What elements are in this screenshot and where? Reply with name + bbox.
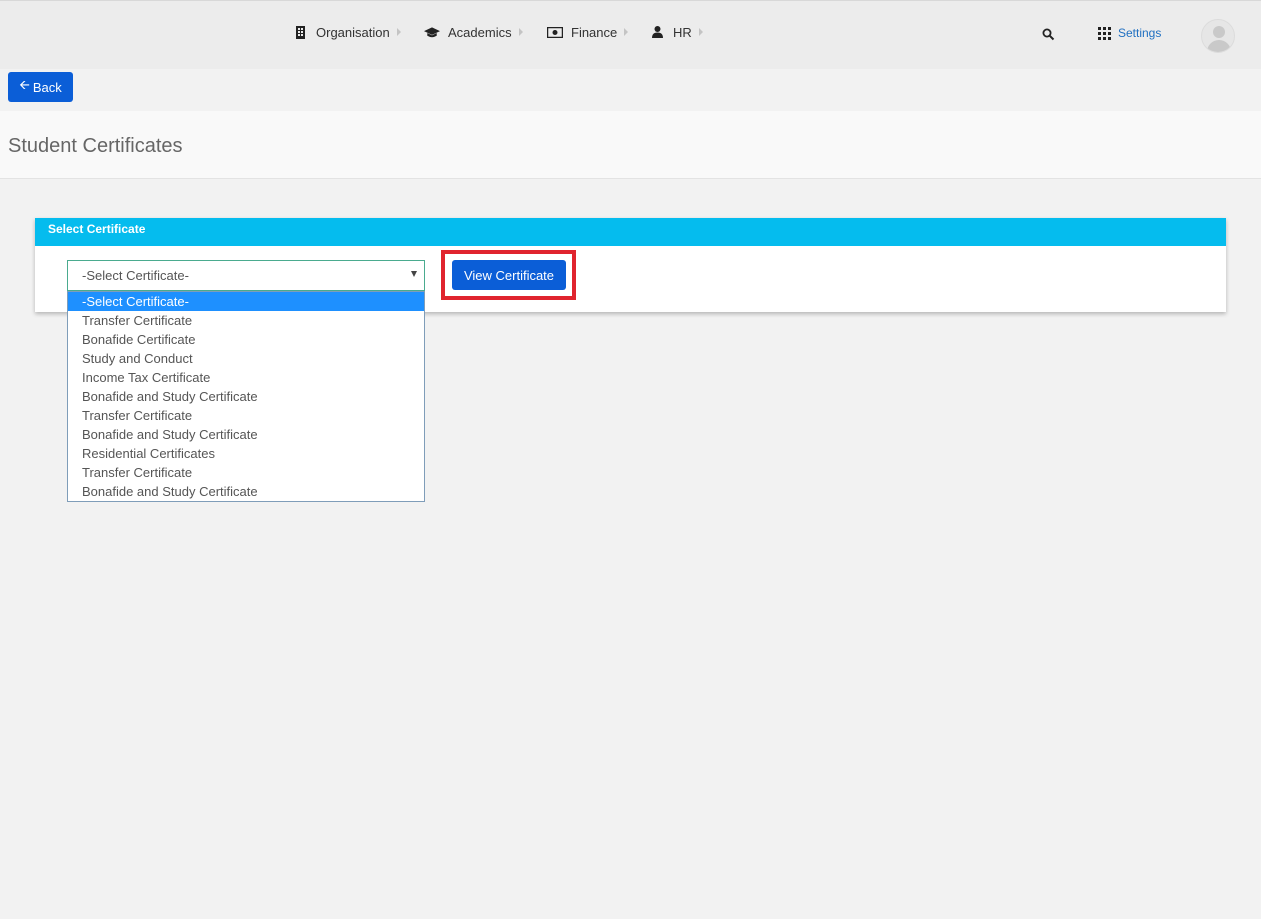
nav-item-label: Finance xyxy=(571,24,618,40)
dropdown-option[interactable]: Bonafide Certificate xyxy=(68,330,424,349)
dropdown-option[interactable]: Transfer Certificate xyxy=(68,406,424,425)
avatar-body-shape xyxy=(1207,40,1231,52)
caret-right-icon xyxy=(396,28,401,36)
nav-item-organisation[interactable]: Organisation xyxy=(292,23,401,41)
nav-item-finance[interactable]: Finance xyxy=(547,23,629,41)
nav-item-label: Organisation xyxy=(316,24,390,40)
back-label: Back xyxy=(32,79,62,95)
panel-heading: Select Certificate xyxy=(35,218,1226,246)
dropdown-option[interactable]: Transfer Certificate xyxy=(68,463,424,482)
dropdown-option[interactable]: Income Tax Certificate xyxy=(68,368,424,387)
caret-right-icon xyxy=(624,28,629,36)
back-button[interactable]: 🡨 Back xyxy=(8,72,73,102)
nav-item-hr[interactable]: HR xyxy=(649,23,703,41)
certificate-select[interactable]: -Select Certificate- xyxy=(67,260,425,291)
view-certificate-button[interactable]: View Certificate xyxy=(452,260,566,290)
certificate-select-value: -Select Certificate- xyxy=(82,268,189,283)
search-icon[interactable] xyxy=(1042,28,1055,41)
page-header: Student Certificates xyxy=(0,111,1261,179)
caret-right-icon xyxy=(518,28,523,36)
dropdown-option[interactable]: Bonafide and Study Certificate xyxy=(68,425,424,444)
avatar[interactable] xyxy=(1201,19,1235,53)
top-navbar: Organisation Academics Finance HR Settin… xyxy=(0,0,1261,69)
caret-right-icon xyxy=(698,28,703,36)
building-icon xyxy=(292,25,308,39)
arrow-left-icon: 🡨 xyxy=(19,77,30,92)
dropdown-option[interactable]: Bonafide and Study Certificate xyxy=(68,387,424,406)
chevron-down-icon xyxy=(411,271,417,277)
settings-label: Settings xyxy=(1118,26,1162,40)
nav-item-label: Academics xyxy=(448,24,512,40)
certificate-dropdown-list: -Select Certificate- Transfer Certificat… xyxy=(67,291,425,502)
nav-item-label: HR xyxy=(673,24,692,40)
page-title: Student Certificates xyxy=(8,135,183,157)
money-icon xyxy=(547,25,563,39)
dropdown-option[interactable]: Study and Conduct xyxy=(68,349,424,368)
dropdown-option[interactable]: Bonafide and Study Certificate xyxy=(68,482,424,501)
dropdown-option[interactable]: Residential Certificates xyxy=(68,444,424,463)
apps-grid-icon xyxy=(1098,26,1111,40)
nav-item-academics[interactable]: Academics xyxy=(424,23,523,41)
user-icon xyxy=(649,25,665,39)
settings-link[interactable]: Settings xyxy=(1098,26,1161,40)
dropdown-option[interactable]: Transfer Certificate xyxy=(68,311,424,330)
graduation-cap-icon xyxy=(424,25,440,39)
avatar-head-shape xyxy=(1213,26,1225,38)
dropdown-option[interactable]: -Select Certificate- xyxy=(68,292,424,311)
